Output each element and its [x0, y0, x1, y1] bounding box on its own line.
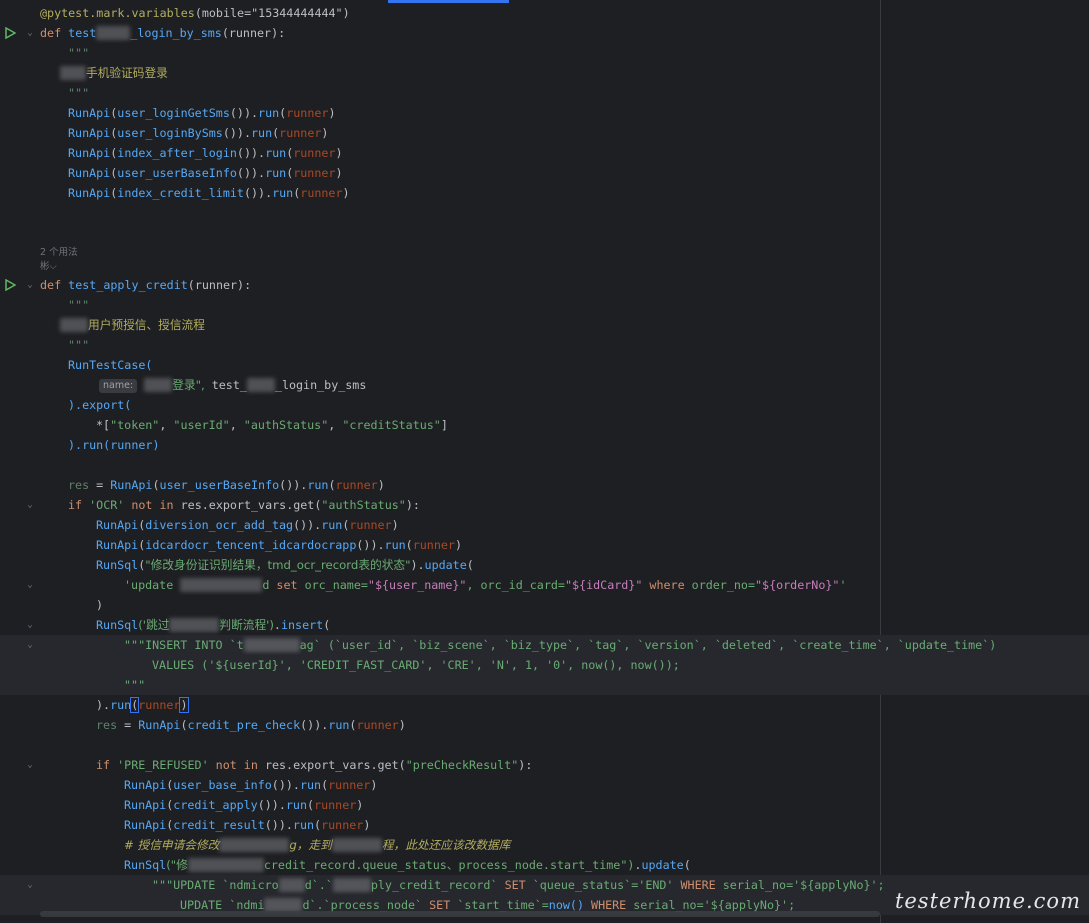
fold-chevron-icon[interactable]: ⌄ — [25, 28, 35, 38]
code-line[interactable]: RunApi(credit_apply()).run(runner) — [0, 795, 1089, 815]
parameter-name-hint: name: — [99, 379, 138, 393]
code-line[interactable]: RunSql("修改身份证识别结果，tmd_ocr_record表的状态").u… — [0, 555, 1089, 575]
code-line[interactable]: RunApi(user_userBaseInfo()).run(runner) — [0, 163, 1089, 183]
fold-chevron-icon[interactable]: ⌄ — [25, 760, 35, 770]
code-line[interactable]: RunSql("修 credit_record.queue_status、proc… — [0, 855, 1089, 875]
code-line[interactable] — [0, 735, 1089, 755]
code-line[interactable]: """ — [0, 335, 1089, 355]
code-line[interactable]: RunApi(index_after_login()).run(runner) — [0, 143, 1089, 163]
code-line[interactable]: ⌄ RunSql('跳过 判断流程').insert( — [0, 615, 1089, 635]
redacted-blur — [96, 26, 131, 40]
redacted-blur — [180, 578, 263, 592]
code-line[interactable] — [0, 203, 1089, 223]
code-line[interactable]: 手机验证码登录 — [0, 63, 1089, 83]
code-line[interactable]: """ — [0, 675, 1089, 695]
code-line[interactable]: name: 登录", test_ _login_by_sms — [0, 375, 1089, 395]
code-line[interactable]: """ — [0, 43, 1089, 63]
redacted-blur — [331, 838, 382, 852]
inlay-hint-line: 2 个用法 — [0, 243, 1089, 259]
code-line[interactable]: RunApi(credit_result()).run(runner) — [0, 815, 1089, 835]
code-line[interactable]: res = RunApi(user_userBaseInfo()).run(ru… — [0, 475, 1089, 495]
fold-chevron-icon[interactable]: ⌄ — [25, 500, 35, 510]
code-line[interactable]: ) — [0, 595, 1089, 615]
watermark: testerhome.com — [894, 889, 1081, 913]
code-line[interactable]: ⌄ if 'OCR' not in res.export_vars.get("a… — [0, 495, 1089, 515]
redacted-blur — [219, 838, 290, 852]
redacted-blur — [60, 318, 88, 332]
code-line[interactable]: ⌄ 'update d set orc_name="${user_name}",… — [0, 575, 1089, 595]
code-line[interactable]: RunApi(diversion_ocr_add_tag()).run(runn… — [0, 515, 1089, 535]
code-line[interactable]: res = RunApi(credit_pre_check()).run(run… — [0, 715, 1089, 735]
code-line[interactable]: """ — [0, 83, 1089, 103]
author-hint[interactable]: 彬⌵ — [40, 259, 57, 275]
code-line[interactable]: ).run(runner) — [0, 435, 1089, 455]
code-line[interactable]: 用户预授信、授信流程 — [0, 315, 1089, 335]
code-line[interactable]: @pytest.mark.variables(mobile="153444444… — [0, 3, 1089, 23]
redacted-blur — [144, 378, 173, 392]
code-line[interactable]: RunApi(idcardocr_tencent_idcardocrapp())… — [0, 535, 1089, 555]
code-line[interactable]: RunApi(user_loginBySms()).run(runner) — [0, 123, 1089, 143]
redacted-blur — [187, 858, 264, 872]
redacted-blur — [243, 638, 300, 652]
code-line[interactable]: # 授信申请会修改 g，走到 程，此处还应该改数据库 — [0, 835, 1089, 855]
redacted-blur — [278, 878, 305, 892]
fold-chevron-icon[interactable]: ⌄ — [25, 580, 35, 590]
redacted-blur — [264, 898, 303, 912]
code-line[interactable]: VALUES ('${userId}', 'CREDIT_FAST_CARD',… — [0, 655, 1089, 675]
code-line[interactable] — [0, 455, 1089, 475]
code-line[interactable]: RunTestCase( — [0, 355, 1089, 375]
code-line[interactable] — [0, 223, 1089, 243]
code-line[interactable]: ⌄ def test_apply_credit(runner): — [0, 275, 1089, 295]
code-editor[interactable]: @pytest.mark.variables(mobile="153444444… — [0, 0, 1089, 923]
code-line[interactable]: RunApi(user_loginGetSms()).run(runner) — [0, 103, 1089, 123]
run-test-icon[interactable] — [4, 279, 16, 291]
run-test-icon[interactable] — [4, 27, 16, 39]
code-line[interactable]: ⌄ def test _login_by_sms(runner): — [0, 23, 1089, 43]
fold-chevron-icon[interactable]: ⌄ — [25, 640, 35, 650]
redacted-blur — [246, 378, 275, 392]
horizontal-scrollbar[interactable] — [40, 911, 880, 917]
fold-chevron-icon[interactable]: ⌄ — [25, 280, 35, 290]
decorator-arg: mobile="15344444444" — [201, 6, 343, 20]
code-line[interactable]: ).export( — [0, 395, 1089, 415]
function-name: test _login_by_sms — [68, 26, 222, 40]
code-line[interactable]: ⌄ if 'PRE_REFUSED' not in res.export_var… — [0, 755, 1089, 775]
code-line[interactable]: *["token", "userId", "authStatus", "cred… — [0, 415, 1089, 435]
code-line[interactable]: ).run(runner) — [0, 695, 1089, 715]
code-line[interactable]: ⌄ """INSERT INTO `t ag` (`user_id`, `biz_… — [0, 635, 1089, 655]
redacted-blur — [169, 618, 220, 632]
function-name: test_apply_credit — [68, 278, 188, 292]
fold-chevron-icon[interactable]: ⌄ — [25, 880, 35, 890]
fold-chevron-icon[interactable]: ⌄ — [25, 620, 35, 630]
redacted-blur — [60, 66, 86, 80]
decorator: @pytest.mark.variables — [40, 6, 195, 20]
code-line[interactable]: RunApi(user_base_info()).run(runner) — [0, 775, 1089, 795]
inlay-hint-line: 彬⌵ — [0, 259, 1089, 275]
code-line[interactable]: RunApi(index_credit_limit()).run(runner) — [0, 183, 1089, 203]
redacted-blur — [332, 878, 371, 892]
code-line[interactable]: """ — [0, 295, 1089, 315]
